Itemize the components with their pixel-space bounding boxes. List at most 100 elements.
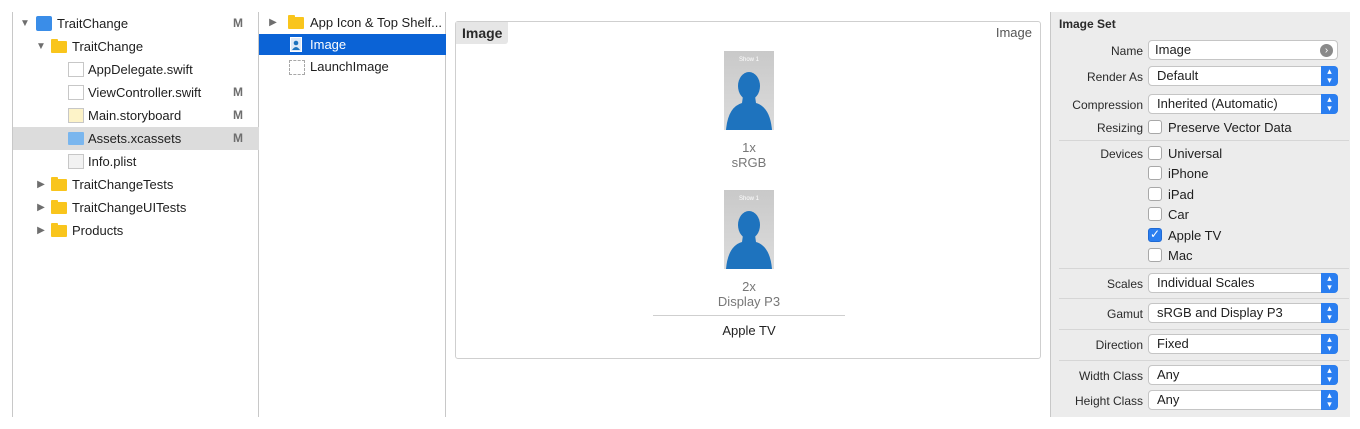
launch-image-icon — [289, 60, 305, 75]
width-class-popup[interactable]: Any ▴ ▾ — [1148, 365, 1338, 385]
disclosure-closed-icon[interactable]: ▶ — [268, 18, 278, 28]
device-checkbox-ipad[interactable]: iPad — [1148, 185, 1194, 203]
scales-popup[interactable]: Individual Scales ▴ ▾ — [1148, 273, 1338, 293]
asset-item-image[interactable]: Image — [259, 34, 446, 55]
attributes-inspector: Image Set Name Image › Render As Default… — [1050, 12, 1350, 417]
render-as-value: Default — [1157, 68, 1199, 83]
name-label: Name — [1110, 44, 1143, 58]
checkbox-label: Apple TV — [1168, 227, 1222, 243]
folder-icon — [51, 223, 67, 237]
popup-arrows-icon: ▴ ▾ — [1321, 390, 1338, 410]
checkbox-box[interactable] — [1148, 166, 1162, 180]
navigator-item-file[interactable]: Main.storyboard M — [13, 104, 259, 127]
navigator-item-group[interactable]: ▶ Products — [13, 219, 259, 242]
gamut-value: sRGB and Display P3 — [1157, 305, 1283, 320]
compression-label: Compression — [1072, 98, 1143, 112]
navigator-item-project[interactable]: ▼ TraitChange M — [13, 12, 259, 35]
disclosure-open-icon[interactable]: ▼ — [20, 19, 30, 29]
compression-value: Inherited (Automatic) — [1157, 96, 1278, 111]
checkbox-checked-icon[interactable] — [1148, 227, 1162, 242]
asset-catalog-icon — [68, 132, 84, 145]
folder-icon — [51, 39, 67, 53]
checkbox-box[interactable] — [1148, 146, 1162, 160]
disclosure-open-icon[interactable]: ▼ — [36, 42, 46, 52]
popup-arrows-icon: ▴ ▾ — [1321, 303, 1338, 323]
navigator-item-group[interactable]: ▼ TraitChange — [13, 35, 259, 58]
gamut-popup[interactable]: sRGB and Display P3 ▴ ▾ — [1148, 303, 1338, 323]
device-checkbox-mac[interactable]: Mac — [1148, 246, 1193, 264]
asset-item-launch-image[interactable]: LaunchImage — [259, 56, 446, 77]
direction-popup[interactable]: Fixed ▴ ▾ — [1148, 334, 1338, 354]
navigator-item-group[interactable]: ▶ TraitChangeUITests — [13, 196, 259, 219]
checkbox-box[interactable] — [1148, 207, 1162, 221]
device-checkbox-apple-tv[interactable]: Apple TV — [1148, 226, 1221, 244]
divider — [1059, 360, 1349, 361]
slot-scale-label: 2x — [742, 279, 756, 294]
asset-editor: Image Image Show 1 1x sRGB Show 1 2x Dis… — [446, 12, 1050, 417]
checkbox-label: Mac — [1168, 247, 1193, 263]
image-set-kind: Image — [995, 25, 1032, 40]
preserve-vector-checkbox[interactable]: Preserve Vector Data — [1148, 118, 1292, 136]
checkbox-box[interactable] — [1148, 120, 1162, 134]
navigator-item-label: Products — [72, 223, 124, 238]
navigator-item-label: ViewController.swift — [88, 85, 202, 100]
image-slot-2x[interactable]: Show 1 — [724, 190, 774, 269]
slot-scale-label: 1x — [742, 140, 756, 155]
device-divider — [653, 315, 845, 316]
scales-value: Individual Scales — [1157, 275, 1255, 290]
disclosure-closed-icon[interactable]: ▶ — [36, 203, 46, 213]
checkbox-box[interactable] — [1148, 248, 1162, 262]
asset-item-label: App Icon & Top Shelf... — [310, 15, 443, 30]
popup-arrows-icon: ▴ ▾ — [1321, 94, 1338, 114]
scm-status-badge: M — [233, 131, 243, 145]
scales-label: Scales — [1106, 277, 1143, 291]
navigator-item-label: Assets.xcassets — [88, 131, 182, 146]
navigator-item-file-selected[interactable]: Assets.xcassets M — [13, 127, 259, 150]
navigator-item-file[interactable]: ViewController.swift M — [13, 81, 259, 104]
device-checkbox-car[interactable]: Car — [1148, 205, 1189, 223]
checkbox-label: Universal — [1168, 145, 1223, 161]
render-as-popup[interactable]: Default ▴ ▾ — [1148, 66, 1338, 86]
navigator-item-label: Info.plist — [88, 154, 137, 169]
checkbox-label: Preserve Vector Data — [1168, 119, 1292, 135]
folder-icon — [51, 200, 67, 214]
image-slot-1x[interactable]: Show 1 — [724, 51, 774, 130]
project-icon — [36, 16, 52, 31]
name-field[interactable]: Image › — [1148, 40, 1338, 60]
navigator-item-file[interactable]: AppDelegate.swift — [13, 58, 259, 81]
popup-arrows-icon: ▴ ▾ — [1321, 334, 1338, 354]
project-navigator: ▼ TraitChange M ▼ TraitChange AppDelegat… — [12, 12, 259, 417]
resizing-label: Resizing — [1096, 121, 1143, 135]
image-set-well: Image Image Show 1 1x sRGB Show 1 2x Dis… — [455, 21, 1041, 359]
checkbox-box[interactable] — [1148, 187, 1162, 201]
render-as-label: Render As — [1086, 70, 1143, 84]
folder-icon — [51, 177, 67, 191]
height-class-popup[interactable]: Any ▴ ▾ — [1148, 390, 1338, 410]
scm-status-badge: M — [233, 16, 243, 30]
navigator-item-label: TraitChangeTests — [72, 177, 174, 192]
scm-status-badge: M — [233, 108, 243, 122]
checkbox-label: iPhone — [1168, 165, 1209, 181]
navigator-item-group[interactable]: ▶ TraitChangeTests — [13, 173, 259, 196]
asset-list: ▶ App Icon & Top Shelf... Image LaunchIm… — [259, 12, 446, 417]
navigator-item-file[interactable]: Info.plist — [13, 150, 259, 173]
asset-item-app-icon[interactable]: ▶ App Icon & Top Shelf... — [259, 12, 446, 33]
device-checkbox-universal[interactable]: Universal — [1148, 144, 1222, 162]
go-arrow-icon[interactable]: › — [1320, 44, 1333, 57]
checkbox-label: iPad — [1168, 186, 1195, 202]
navigator-item-label: Main.storyboard — [88, 108, 182, 123]
disclosure-closed-icon[interactable]: ▶ — [36, 226, 46, 236]
compression-popup[interactable]: Inherited (Automatic) ▴ ▾ — [1148, 94, 1338, 114]
disclosure-closed-icon[interactable]: ▶ — [36, 180, 46, 190]
plist-file-icon — [68, 154, 84, 169]
asset-item-label: LaunchImage — [310, 59, 389, 74]
storyboard-file-icon — [68, 108, 84, 123]
divider — [1059, 140, 1349, 141]
navigator-item-label: TraitChange — [72, 39, 144, 54]
device-checkbox-iphone[interactable]: iPhone — [1148, 164, 1208, 182]
devices-label: Devices — [1100, 147, 1143, 161]
direction-label: Direction — [1095, 338, 1143, 352]
image-set-name[interactable]: Image — [456, 22, 509, 44]
device-group-label: Apple TV — [722, 323, 776, 338]
swift-file-icon — [68, 62, 84, 77]
